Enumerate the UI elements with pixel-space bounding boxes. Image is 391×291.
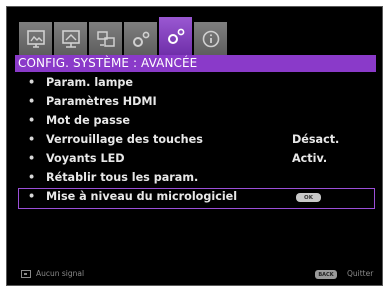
tab-screen[interactable] bbox=[54, 22, 87, 55]
page-title: CONFIG. SYSTÈME : AVANCÉE bbox=[18, 56, 198, 70]
bullet: • bbox=[28, 152, 36, 165]
input-source-icon bbox=[21, 270, 31, 278]
advanced-config-icon bbox=[167, 28, 184, 44]
menu-item-lamp-settings[interactable]: • Param. lampe bbox=[19, 75, 374, 94]
menu-footer: Aucun signal BACK Quitter bbox=[21, 269, 376, 281]
menu-item-label: Voyants LED bbox=[46, 152, 125, 165]
quit-label: Quitter bbox=[347, 269, 374, 278]
menu-item-key-lock[interactable]: • Verrouillage des touches Désact. bbox=[19, 132, 374, 151]
menu-item-label: Mot de passe bbox=[46, 114, 131, 127]
menu-item-firmware-upgrade[interactable]: • Mise à niveau du micrologiciel OK bbox=[18, 188, 375, 209]
menu-item-reset-all[interactable]: • Rétablir tous les param. bbox=[19, 170, 374, 189]
menu-item-label: Verrouillage des touches bbox=[46, 133, 203, 146]
menu-list: • Param. lampe • Paramètres HDMI • Mot d… bbox=[18, 75, 375, 209]
tab-settings-display[interactable] bbox=[89, 22, 122, 55]
menu-item-label: Rétablir tous les param. bbox=[46, 171, 199, 184]
bullet: • bbox=[28, 114, 36, 127]
info-icon bbox=[202, 30, 219, 47]
menu-item-label: Mise à niveau du micrologiciel bbox=[46, 190, 238, 203]
image-icon bbox=[26, 29, 45, 48]
menu-item-label: Param. lampe bbox=[46, 76, 133, 89]
ok-button[interactable]: OK bbox=[296, 193, 321, 202]
menu-title-bar: CONFIG. SYSTÈME : AVANCÉE bbox=[15, 55, 376, 72]
tab-image[interactable] bbox=[19, 22, 52, 55]
menu-item-led-indicators[interactable]: • Voyants LED Activ. bbox=[19, 151, 374, 170]
menu-tabs bbox=[19, 17, 227, 55]
projector-osd-menu: CONFIG. SYSTÈME : AVANCÉE • Param. lampe… bbox=[6, 6, 383, 286]
settings-display-icon bbox=[96, 30, 115, 47]
led-indicators-value: Activ. bbox=[292, 152, 328, 165]
menu-item-password[interactable]: • Mot de passe bbox=[19, 113, 374, 132]
bullet: • bbox=[28, 95, 36, 108]
system-config-icon bbox=[132, 31, 149, 47]
signal-status: Aucun signal bbox=[36, 269, 85, 278]
menu-item-label: Paramètres HDMI bbox=[46, 95, 157, 108]
back-button[interactable]: BACK bbox=[315, 270, 337, 279]
bullet: • bbox=[28, 190, 36, 203]
bullet: • bbox=[28, 133, 36, 146]
tab-advanced-config[interactable] bbox=[159, 17, 192, 55]
menu-item-hdmi-settings[interactable]: • Paramètres HDMI bbox=[19, 94, 374, 113]
bullet: • bbox=[28, 76, 36, 89]
tab-system-config[interactable] bbox=[124, 22, 157, 55]
bullet: • bbox=[28, 171, 36, 184]
key-lock-value: Désact. bbox=[292, 133, 340, 146]
screen-adjust-icon bbox=[61, 29, 80, 48]
tab-info[interactable] bbox=[194, 22, 227, 55]
